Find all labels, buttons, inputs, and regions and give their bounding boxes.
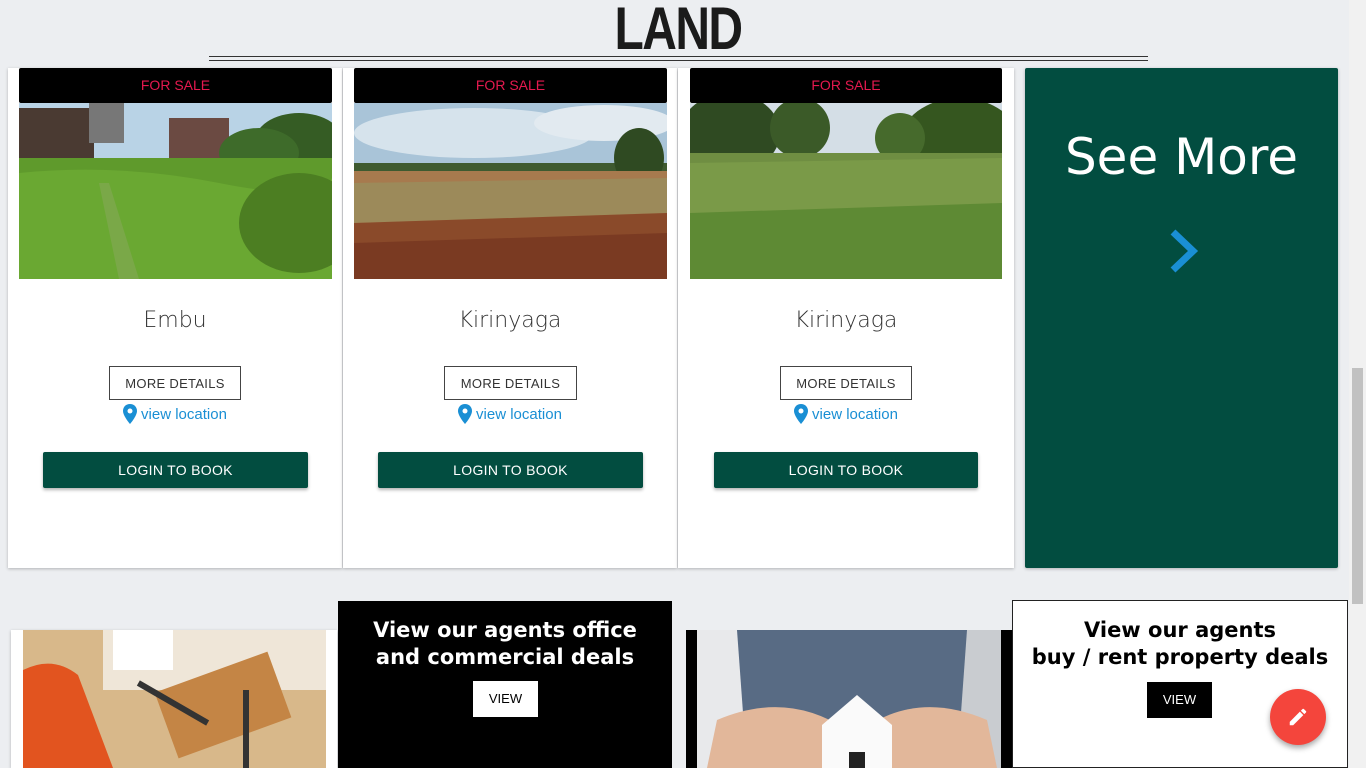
more-details-button[interactable]: MORE DETAILS bbox=[109, 366, 241, 400]
scrollbar-thumb[interactable] bbox=[1352, 368, 1363, 604]
login-to-book-button[interactable]: LOGIN TO BOOK bbox=[378, 452, 643, 488]
office-desk-photo bbox=[23, 630, 326, 768]
login-to-book-button[interactable]: LOGIN TO BOOK bbox=[714, 452, 978, 488]
view-location-label: view location bbox=[812, 405, 898, 423]
title-divider bbox=[209, 56, 1148, 61]
office-deals-title: View our agents office and commercial de… bbox=[373, 618, 637, 669]
edit-fab-button[interactable] bbox=[1270, 689, 1326, 745]
listing-place: Kirinyaga bbox=[794, 308, 898, 333]
listing-place: Embu bbox=[143, 308, 207, 333]
listing-photo[interactable] bbox=[690, 103, 1002, 279]
office-view-button[interactable]: VIEW bbox=[473, 681, 538, 717]
pencil-icon bbox=[1289, 708, 1307, 726]
login-to-book-button[interactable]: LOGIN TO BOOK bbox=[43, 452, 308, 488]
sale-badge: FOR SALE bbox=[19, 68, 332, 103]
view-location-label: view location bbox=[476, 405, 562, 423]
view-location-link[interactable]: view location bbox=[8, 404, 342, 424]
view-location-link[interactable]: view location bbox=[343, 404, 677, 424]
listing-place: Kirinyaga bbox=[458, 308, 562, 333]
map-pin-icon bbox=[123, 404, 138, 424]
view-location-label: view location bbox=[141, 405, 227, 423]
see-more-label: See More bbox=[1064, 128, 1299, 186]
map-pin-icon bbox=[458, 404, 473, 424]
more-details-button[interactable]: MORE DETAILS bbox=[444, 366, 577, 400]
chevron-right-icon bbox=[1170, 229, 1199, 273]
page-title: LAND bbox=[614, 0, 744, 62]
sale-badge: FOR SALE bbox=[354, 68, 667, 103]
view-location-link[interactable]: view location bbox=[678, 404, 1014, 424]
sale-badge: FOR SALE bbox=[690, 68, 1002, 103]
see-more-card[interactable]: See More bbox=[1025, 68, 1338, 568]
buy-rent-view-button[interactable]: VIEW bbox=[1147, 682, 1212, 718]
office-deals-promo: View our agents office and commercial de… bbox=[338, 601, 672, 768]
map-pin-icon bbox=[794, 404, 809, 424]
listing-photo[interactable] bbox=[19, 103, 332, 279]
house-in-hands-photo bbox=[697, 630, 1001, 768]
more-details-button[interactable]: MORE DETAILS bbox=[780, 366, 912, 400]
listing-photo[interactable] bbox=[354, 103, 667, 279]
buy-rent-title-line2: buy / rent property deals bbox=[1031, 645, 1329, 669]
buy-rent-title-line1: View our agents bbox=[1083, 618, 1276, 642]
